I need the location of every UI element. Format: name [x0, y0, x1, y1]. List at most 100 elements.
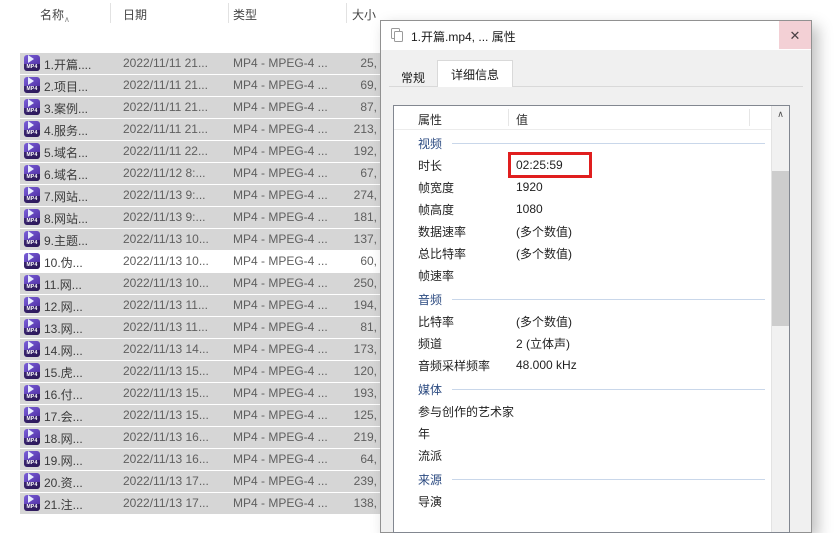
- mp4-icon-label: MP4: [24, 372, 40, 379]
- file-row[interactable]: MP4 8.网站... 2022/11/13 9:... MP4 - MPEG-…: [20, 207, 396, 228]
- file-row[interactable]: MP4 11.网... 2022/11/13 10... MP4 - MPEG-…: [20, 273, 396, 294]
- file-list: MP4 1.开篇.... 2022/11/11 21... MP4 - MPEG…: [20, 53, 396, 515]
- column-header-date[interactable]: 日期: [123, 6, 147, 23]
- file-name: 7.网站...: [44, 188, 88, 205]
- column-divider[interactable]: [228, 3, 229, 23]
- file-row[interactable]: MP4 17.会... 2022/11/13 15... MP4 - MPEG-…: [20, 405, 396, 426]
- mp4-icon-label: MP4: [24, 328, 40, 335]
- file-name: 16.付...: [44, 386, 83, 403]
- property-row: 时长02:25:59: [394, 154, 765, 176]
- file-row[interactable]: MP4 21.注... 2022/11/13 17... MP4 - MPEG-…: [20, 493, 396, 514]
- play-icon: [28, 165, 34, 173]
- file-row[interactable]: MP4 2.项目... 2022/11/11 21... MP4 - MPEG-…: [20, 75, 396, 96]
- file-name: 21.注...: [44, 496, 83, 513]
- details-section-header: 视频: [394, 133, 765, 154]
- mp4-file-icon: MP4: [24, 143, 40, 159]
- play-icon: [28, 429, 34, 437]
- tab-general[interactable]: 常规: [389, 65, 437, 86]
- explorer-window: ∧ 名称 日期 类型 大小 MP4 1.开篇.... 2022/11/11 21…: [0, 0, 834, 532]
- dialog-title: 1.开篇.mp4, ... 属性: [411, 28, 516, 45]
- property-label: 音频采样频率: [394, 357, 516, 374]
- property-value: (多个数值): [516, 223, 765, 240]
- mp4-file-icon: MP4: [24, 165, 40, 181]
- file-date: 2022/11/13 11...: [123, 320, 208, 334]
- tab-details[interactable]: 详细信息: [437, 60, 513, 87]
- mp4-file-icon: MP4: [24, 99, 40, 115]
- file-name: 1.开篇....: [44, 56, 91, 73]
- play-icon: [28, 495, 34, 503]
- file-row[interactable]: MP4 19.网... 2022/11/13 16... MP4 - MPEG-…: [20, 449, 396, 470]
- file-date: 2022/11/13 10...: [123, 276, 209, 290]
- play-icon: [28, 407, 34, 415]
- play-icon: [28, 451, 34, 459]
- details-section-header: 来源: [394, 469, 765, 490]
- property-row: 参与创作的艺术家: [394, 400, 765, 422]
- file-row[interactable]: MP4 14.网... 2022/11/13 14... MP4 - MPEG-…: [20, 339, 396, 360]
- property-row: 年: [394, 422, 765, 444]
- play-icon: [28, 99, 34, 107]
- file-name: 5.域名...: [44, 144, 88, 161]
- file-size: 193,: [320, 386, 377, 400]
- mp4-file-icon: MP4: [24, 77, 40, 93]
- file-type: MP4 - MPEG-4 ...: [233, 452, 328, 466]
- file-row[interactable]: MP4 4.服务... 2022/11/11 21... MP4 - MPEG-…: [20, 119, 396, 140]
- property-label: 比特率: [394, 313, 516, 330]
- column-header-name[interactable]: 名称: [40, 6, 64, 23]
- play-icon: [28, 143, 34, 151]
- property-value: 02:25:59: [516, 152, 765, 178]
- file-date: 2022/11/13 17...: [123, 474, 209, 488]
- dialog-titlebar[interactable]: 1.开篇.mp4, ... 属性 ✕: [381, 21, 811, 50]
- property-label: 总比特率: [394, 245, 516, 262]
- section-divider: [452, 143, 765, 144]
- file-row[interactable]: MP4 5.域名... 2022/11/11 22... MP4 - MPEG-…: [20, 141, 396, 162]
- file-name: 3.案例...: [44, 100, 88, 117]
- section-divider: [452, 479, 765, 480]
- play-icon: [28, 319, 34, 327]
- file-row[interactable]: MP4 12.网... 2022/11/13 11... MP4 - MPEG-…: [20, 295, 396, 316]
- file-row[interactable]: MP4 10.伪... 2022/11/13 10... MP4 - MPEG-…: [20, 251, 396, 272]
- file-row[interactable]: MP4 3.案例... 2022/11/11 21... MP4 - MPEG-…: [20, 97, 396, 118]
- file-row[interactable]: MP4 18.网... 2022/11/13 16... MP4 - MPEG-…: [20, 427, 396, 448]
- sort-ascending-icon: ∧: [64, 16, 70, 24]
- play-icon: [28, 253, 34, 261]
- column-header-size[interactable]: 大小: [320, 6, 376, 23]
- property-label: 帧高度: [394, 201, 516, 218]
- file-row[interactable]: MP4 13.网... 2022/11/13 11... MP4 - MPEG-…: [20, 317, 396, 338]
- file-row[interactable]: MP4 15.虎... 2022/11/13 15... MP4 - MPEG-…: [20, 361, 396, 382]
- play-icon: [28, 121, 34, 129]
- properties-dialog: 1.开篇.mp4, ... 属性 ✕ 常规详细信息 属性 值 视频时长02:25…: [380, 20, 812, 533]
- details-list-header: 属性 值: [394, 106, 789, 130]
- details-scrollbar[interactable]: ∧: [771, 106, 789, 532]
- file-type: MP4 - MPEG-4 ...: [233, 408, 328, 422]
- file-row[interactable]: MP4 6.域名... 2022/11/12 8:... MP4 - MPEG-…: [20, 163, 396, 184]
- property-label: 流派: [394, 447, 516, 464]
- file-row[interactable]: MP4 16.付... 2022/11/13 15... MP4 - MPEG-…: [20, 383, 396, 404]
- mp4-file-icon: MP4: [24, 297, 40, 313]
- file-row[interactable]: MP4 9.主题... 2022/11/13 10... MP4 - MPEG-…: [20, 229, 396, 250]
- mp4-icon-label: MP4: [24, 108, 40, 115]
- close-button[interactable]: ✕: [779, 21, 811, 49]
- file-date: 2022/11/11 21...: [123, 56, 208, 70]
- column-header-type[interactable]: 类型: [233, 6, 257, 23]
- scroll-up-icon[interactable]: ∧: [772, 106, 789, 123]
- file-type: MP4 - MPEG-4 ...: [233, 386, 328, 400]
- column-divider[interactable]: [346, 3, 347, 23]
- property-row: 导演: [394, 490, 765, 512]
- details-column-value: 值: [516, 111, 528, 128]
- file-name: 18.网...: [44, 430, 83, 447]
- file-date: 2022/11/13 15...: [123, 386, 209, 400]
- mp4-icon-label: MP4: [24, 174, 40, 181]
- file-type: MP4 - MPEG-4 ...: [233, 298, 328, 312]
- file-date: 2022/11/13 14...: [123, 342, 209, 356]
- file-size: 81,: [320, 320, 377, 334]
- file-type: MP4 - MPEG-4 ...: [233, 166, 328, 180]
- property-label: 数据速率: [394, 223, 516, 240]
- details-section-header: 媒体: [394, 379, 765, 400]
- file-row[interactable]: MP4 20.资... 2022/11/13 17... MP4 - MPEG-…: [20, 471, 396, 492]
- file-row[interactable]: MP4 7.网站... 2022/11/13 9:... MP4 - MPEG-…: [20, 185, 396, 206]
- scrollbar-thumb[interactable]: [772, 171, 789, 326]
- property-row: 总比特率(多个数值): [394, 242, 765, 264]
- file-row[interactable]: MP4 1.开篇.... 2022/11/11 21... MP4 - MPEG…: [20, 53, 396, 74]
- column-divider[interactable]: [110, 3, 111, 23]
- mp4-icon-label: MP4: [24, 196, 40, 203]
